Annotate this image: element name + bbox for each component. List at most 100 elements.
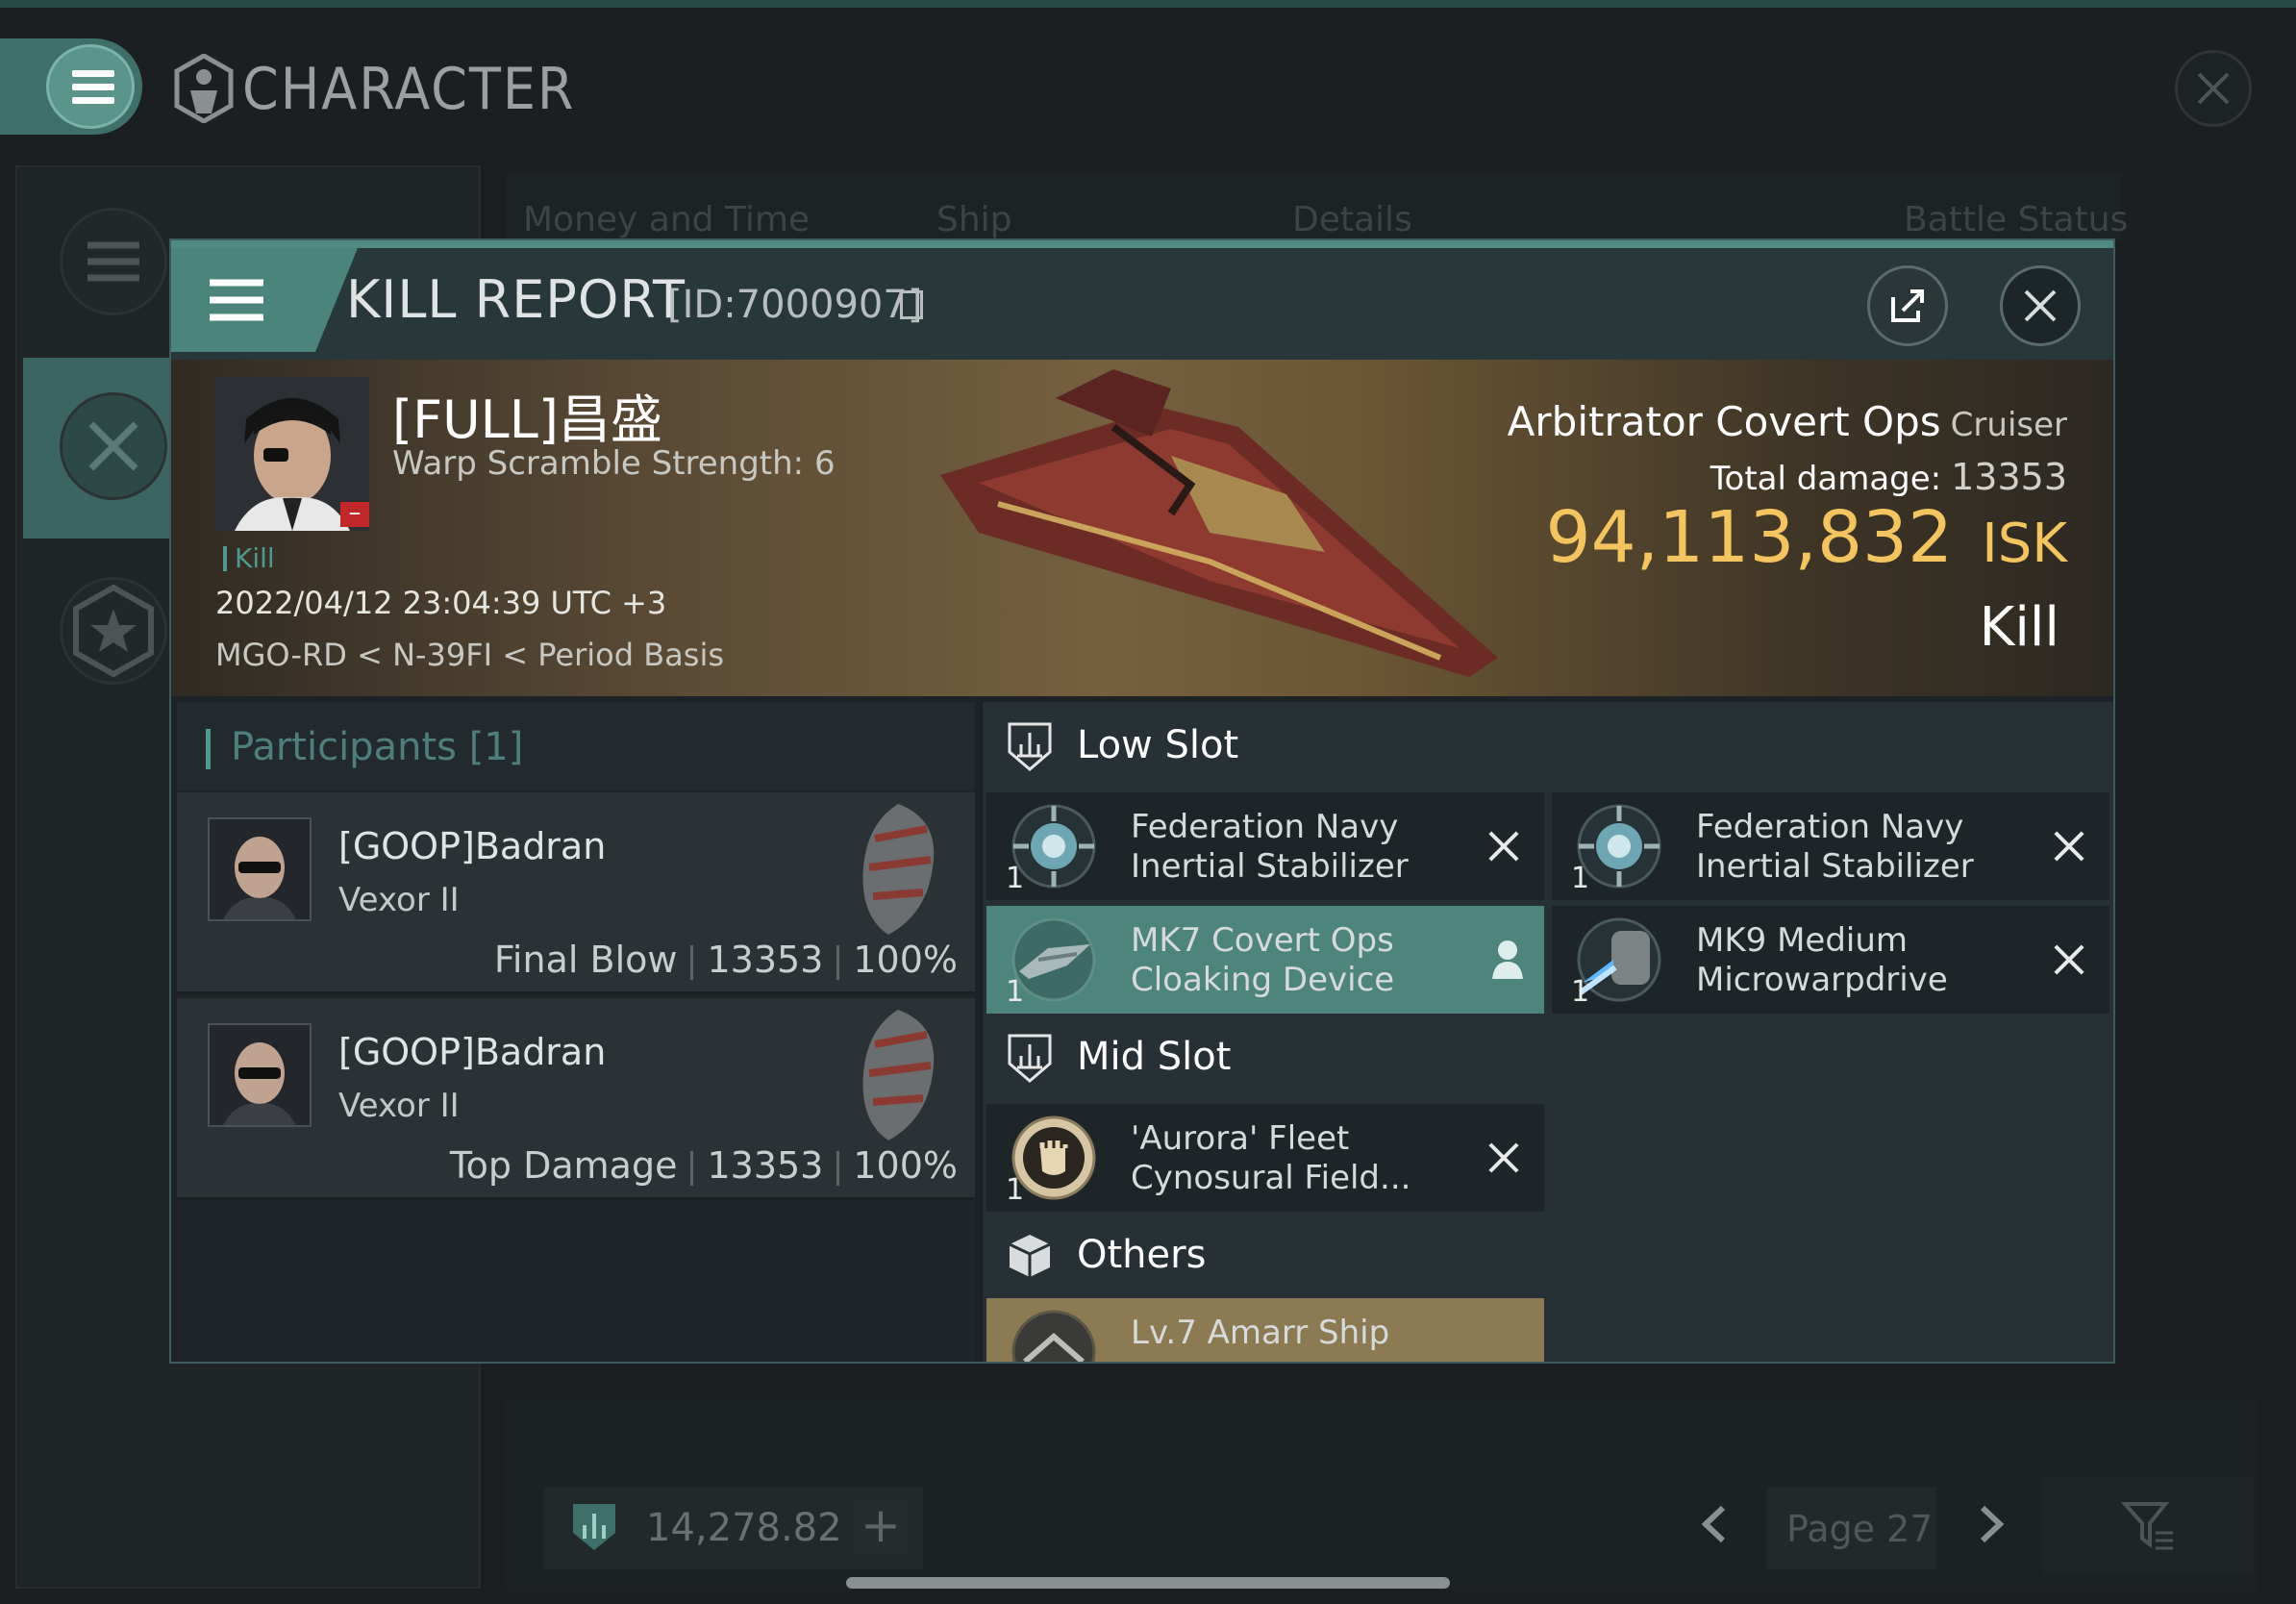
module-name: Lv.7 Amarr Ship <box>1131 1314 1390 1352</box>
divider <box>690 1150 694 1186</box>
hamburger-icon <box>210 279 263 321</box>
divider <box>836 944 840 980</box>
module-item[interactable]: 1 MK9 Medium Microwarpdrive <box>1552 906 2109 1014</box>
divider <box>690 944 694 980</box>
module-item-selected[interactable]: 1 MK7 Covert Ops Cloaking Device <box>986 906 1544 1014</box>
kill-location[interactable]: MGO-RD < N-39FI < Period Basis <box>215 637 724 673</box>
wallet-balance: 14,278.82 <box>646 1506 842 1550</box>
cube-icon <box>1009 1235 1051 1277</box>
total-damage-value: 13353 <box>1951 456 2067 498</box>
nav-list-button[interactable] <box>60 208 167 315</box>
next-page-button[interactable] <box>1971 1500 2009 1560</box>
kill-report-modal: KILL REPORT [ID:7000907] – [FULL]昌盛 Warp… <box>169 238 2115 1364</box>
module-quantity: 1 <box>1006 975 1025 1009</box>
home-indicator <box>846 1577 1450 1589</box>
kill-summary-banner: – [FULL]昌盛 Warp Scramble Strength: 6 Kil… <box>171 360 2113 696</box>
participant-damage: 13353 <box>707 1144 824 1187</box>
participant-avatar <box>208 1023 312 1127</box>
participants-accent <box>206 729 211 769</box>
hamburger-line <box>72 97 114 104</box>
participant-name: [GOOP]Badran <box>338 825 607 867</box>
kill-report-menu-button[interactable] <box>171 248 315 352</box>
filter-icon <box>2121 1502 2173 1550</box>
participant-ship-image <box>862 804 935 935</box>
chevron-left-icon <box>1701 1505 1726 1543</box>
kill-report-id: [ID:7000907] <box>667 283 923 327</box>
participant-portrait-image <box>210 819 310 919</box>
participants-count: [1] <box>468 725 524 769</box>
warp-scramble-strength: Warp Scramble Strength: 6 <box>392 444 836 483</box>
participant-name: [GOOP]Badran <box>338 1031 607 1073</box>
tab-details[interactable]: Details <box>1292 200 1412 239</box>
tab-money-and-time[interactable]: Money and Time <box>523 200 810 239</box>
nav-medal-button[interactable] <box>60 577 167 685</box>
destroyed-icon <box>2050 940 2088 979</box>
module-item[interactable]: Lv.7 Amarr Ship <box>986 1298 1544 1362</box>
window-close-button[interactable] <box>2175 50 2252 127</box>
main-menu-button[interactable] <box>46 44 135 129</box>
page-label: Page 27 <box>1786 1508 1934 1550</box>
module-name: MK7 Covert Ops Cloaking Device <box>1131 921 1395 999</box>
kill-datetime: 2022/04/12 23:04:39 UTC +3 <box>215 585 667 621</box>
low-slot-header: Low Slot <box>983 702 1540 790</box>
participants-title: Participants [1] <box>231 725 523 769</box>
participant-role: Top Damage <box>449 1144 678 1187</box>
destroyed-icon <box>1485 827 1523 865</box>
participant-row[interactable]: [GOOP]Badran Vexor II Top Damage 13353 100… <box>177 998 975 1200</box>
module-name: Federation Navy Inertial Stabilizer <box>1131 808 1409 886</box>
module-item[interactable]: 1 'Aurora' Fleet Cynosural Field... <box>986 1104 1544 1212</box>
module-item[interactable]: 1 Federation Navy Inertial Stabilizer <box>1552 792 2109 900</box>
mid-slot-header: Mid Slot <box>983 1014 1540 1102</box>
wallet-shield-icon <box>573 1504 615 1550</box>
isk-unit: ISK <box>1982 513 2067 575</box>
module-quantity: 1 <box>1571 862 1590 895</box>
isk-value: 94,113,832 ISK <box>1546 496 2068 579</box>
prev-page-button[interactable] <box>1696 1500 1734 1560</box>
participant-row[interactable]: [GOOP]Badran Vexor II Final Blow 13353 100… <box>177 792 975 994</box>
participant-ship-image <box>862 1010 935 1140</box>
isk-amount: 94,113,832 <box>1545 496 1954 579</box>
tab-battle-status[interactable]: Battle Status <box>1904 200 2128 239</box>
character-icon <box>174 54 234 123</box>
share-button[interactable] <box>1867 265 1948 346</box>
victim-ship-name[interactable]: Arbitrator Covert Ops Cruiser <box>1508 398 2067 445</box>
victim-name[interactable]: [FULL]昌盛 <box>392 377 662 453</box>
participants-label: Participants <box>231 725 457 769</box>
module-quantity: 1 <box>1006 862 1025 895</box>
participant-stats: Final Blow 13353 100% <box>494 939 958 981</box>
module-item[interactable]: 1 Federation Navy Inertial Stabilizer <box>986 792 1544 900</box>
kill-tag: Kill <box>235 542 275 574</box>
participant-avatar <box>208 817 312 921</box>
low-slot-title: Low Slot <box>1077 723 1239 767</box>
tab-ship[interactable]: Ship <box>936 200 1012 239</box>
hamburger-icon <box>72 70 114 77</box>
nav-combat-button[interactable] <box>60 392 167 500</box>
top-strip <box>0 0 2296 8</box>
kill-report-close-button[interactable] <box>2000 265 2081 346</box>
filter-button[interactable] <box>2042 1477 2254 1573</box>
copy-icon[interactable] <box>900 290 923 319</box>
mid-slot-title: Mid Slot <box>1077 1035 1232 1079</box>
participant-damage-percent: 100% <box>853 1144 958 1187</box>
close-icon <box>2024 289 2057 322</box>
victim-ship-image <box>940 369 1498 677</box>
list-icon <box>87 241 139 282</box>
total-damage-label: Total damage: <box>1710 460 1942 498</box>
destroyed-icon <box>1485 1139 1523 1177</box>
participant-damage: 13353 <box>707 939 824 981</box>
low-slot-icon <box>1008 722 1052 771</box>
kill-result: Kill <box>1979 596 2059 659</box>
amarr-ship-skill-icon <box>1011 1310 1096 1362</box>
add-funds-button[interactable]: + <box>854 1500 908 1554</box>
chevron-right-icon <box>1980 1505 2005 1543</box>
hamburger-line <box>72 84 114 90</box>
others-title: Others <box>1077 1233 1207 1277</box>
module-quantity: 1 <box>1006 1173 1025 1207</box>
module-name: 'Aurora' Fleet Cynosural Field... <box>1131 1119 1411 1197</box>
module-name: Federation Navy Inertial Stabilizer <box>1696 808 1974 886</box>
total-damage: Total damage: 13353 <box>1710 456 2067 498</box>
kill-tag-bar <box>223 546 227 571</box>
participant-damage-percent: 100% <box>853 939 958 981</box>
others-header: Others <box>983 1212 1540 1300</box>
participant-ship: Vexor II <box>338 881 460 919</box>
